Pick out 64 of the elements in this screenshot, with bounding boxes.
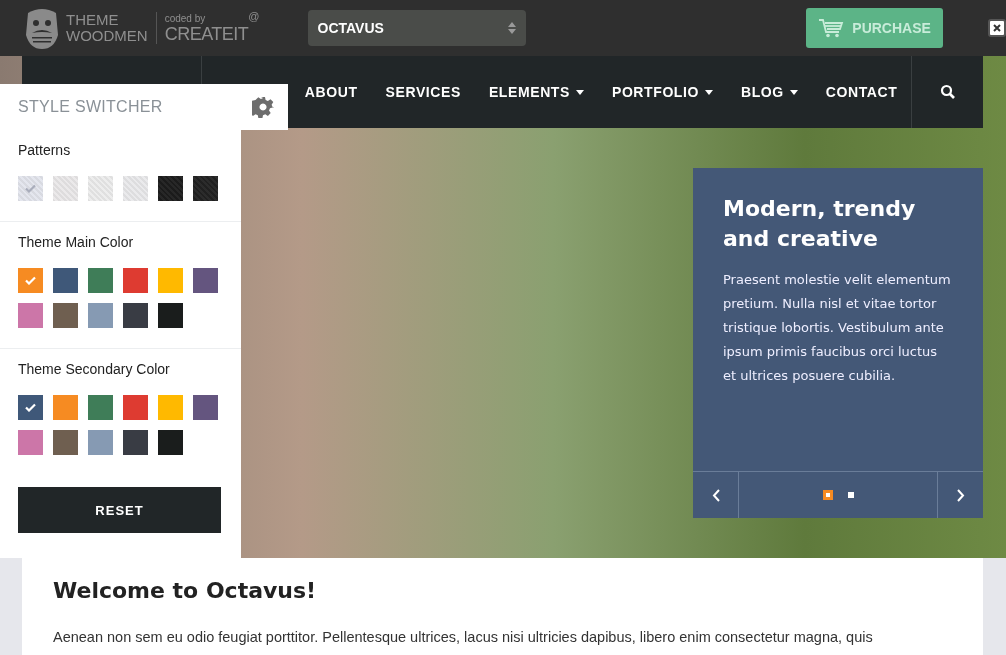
pattern-swatch[interactable] bbox=[123, 176, 148, 201]
chevron-right-icon bbox=[956, 488, 965, 502]
sort-arrows-icon bbox=[508, 21, 517, 35]
color-swatch[interactable] bbox=[88, 303, 113, 328]
close-icon bbox=[993, 24, 1002, 32]
color-swatch[interactable] bbox=[88, 268, 113, 293]
section-label: Theme Secondary Color bbox=[18, 361, 171, 377]
chevron-left-icon bbox=[711, 488, 720, 502]
color-swatch[interactable] bbox=[53, 303, 78, 328]
nav-link[interactable]: ABOUT bbox=[290, 72, 372, 112]
nav-link[interactable]: BLOG bbox=[727, 72, 812, 112]
color-swatch[interactable] bbox=[158, 303, 183, 328]
color-swatch[interactable] bbox=[193, 395, 218, 420]
settings-icon[interactable] bbox=[252, 96, 274, 118]
color-swatch[interactable] bbox=[193, 268, 218, 293]
check-icon bbox=[25, 403, 36, 412]
pattern-swatch[interactable] bbox=[18, 176, 43, 201]
color-swatch[interactable] bbox=[123, 430, 148, 455]
section-label: Patterns bbox=[18, 142, 72, 158]
welcome-text: Aenean non sem eu odio feugiat porttitor. Pellentesque ultrices, lacus nisi ultricies dapibus, libero enim consectetur magna, quis bbox=[53, 629, 874, 645]
caret-icon bbox=[575, 89, 584, 95]
color-swatch[interactable] bbox=[53, 395, 78, 420]
panel-title: STYLE SWITCHER bbox=[18, 98, 163, 116]
logo-text: WOODMEN bbox=[66, 28, 148, 44]
slide-title: Modern, trendy and creative bbox=[723, 195, 917, 253]
pattern-swatch[interactable] bbox=[53, 176, 78, 201]
color-swatch[interactable] bbox=[158, 268, 183, 293]
nav-link[interactable]: CONTACT bbox=[811, 72, 912, 112]
color-swatch[interactable] bbox=[123, 303, 148, 328]
color-swatch[interactable] bbox=[158, 395, 183, 420]
check-icon bbox=[25, 184, 36, 193]
search-icon[interactable] bbox=[939, 84, 956, 100]
nav-link[interactable]: PORTFOLIO bbox=[597, 72, 727, 112]
section-label: Theme Main Color bbox=[18, 234, 135, 250]
color-swatch[interactable] bbox=[18, 430, 43, 455]
cart-icon bbox=[818, 18, 845, 38]
pattern-swatch[interactable] bbox=[158, 176, 183, 201]
color-swatch[interactable] bbox=[123, 395, 148, 420]
close-button[interactable] bbox=[988, 19, 1006, 37]
pattern-swatch[interactable] bbox=[88, 176, 113, 201]
check-icon bbox=[25, 276, 36, 285]
slide-text: Praesent molestie velit elementum pretium. Nulla nisl et vitae tortor tristique lobortis. Vestibulum ante ipsum primis faucibus orci luctus et ultrices posuere cubilia. bbox=[723, 271, 952, 385]
credit-caption: coded by bbox=[164, 12, 207, 24]
logo-text: THEME bbox=[66, 12, 120, 28]
theme-select[interactable]: OCTAVUS bbox=[307, 10, 527, 46]
caret-icon bbox=[789, 89, 798, 95]
credit-mark: @ bbox=[248, 10, 260, 22]
color-swatch[interactable] bbox=[88, 395, 113, 420]
color-swatch[interactable] bbox=[18, 303, 43, 328]
caret-icon bbox=[705, 89, 713, 95]
bearded-face-icon bbox=[24, 7, 60, 49]
welcome-heading: Welcome to Octavus! bbox=[53, 578, 318, 603]
color-swatch[interactable] bbox=[18, 268, 43, 293]
color-swatch[interactable] bbox=[123, 268, 148, 293]
nav-link[interactable]: ELEMENTS bbox=[474, 72, 598, 112]
nav-link[interactable]: SERVICES bbox=[371, 72, 475, 112]
credit-brand: CREATEIT bbox=[164, 23, 249, 44]
color-swatch[interactable] bbox=[88, 430, 113, 455]
color-swatch[interactable] bbox=[53, 430, 78, 455]
color-swatch[interactable] bbox=[158, 430, 183, 455]
reset-button[interactable]: RESET bbox=[18, 487, 221, 533]
color-swatch[interactable] bbox=[18, 395, 43, 420]
color-swatch[interactable] bbox=[53, 268, 78, 293]
pattern-swatch[interactable] bbox=[193, 176, 218, 201]
